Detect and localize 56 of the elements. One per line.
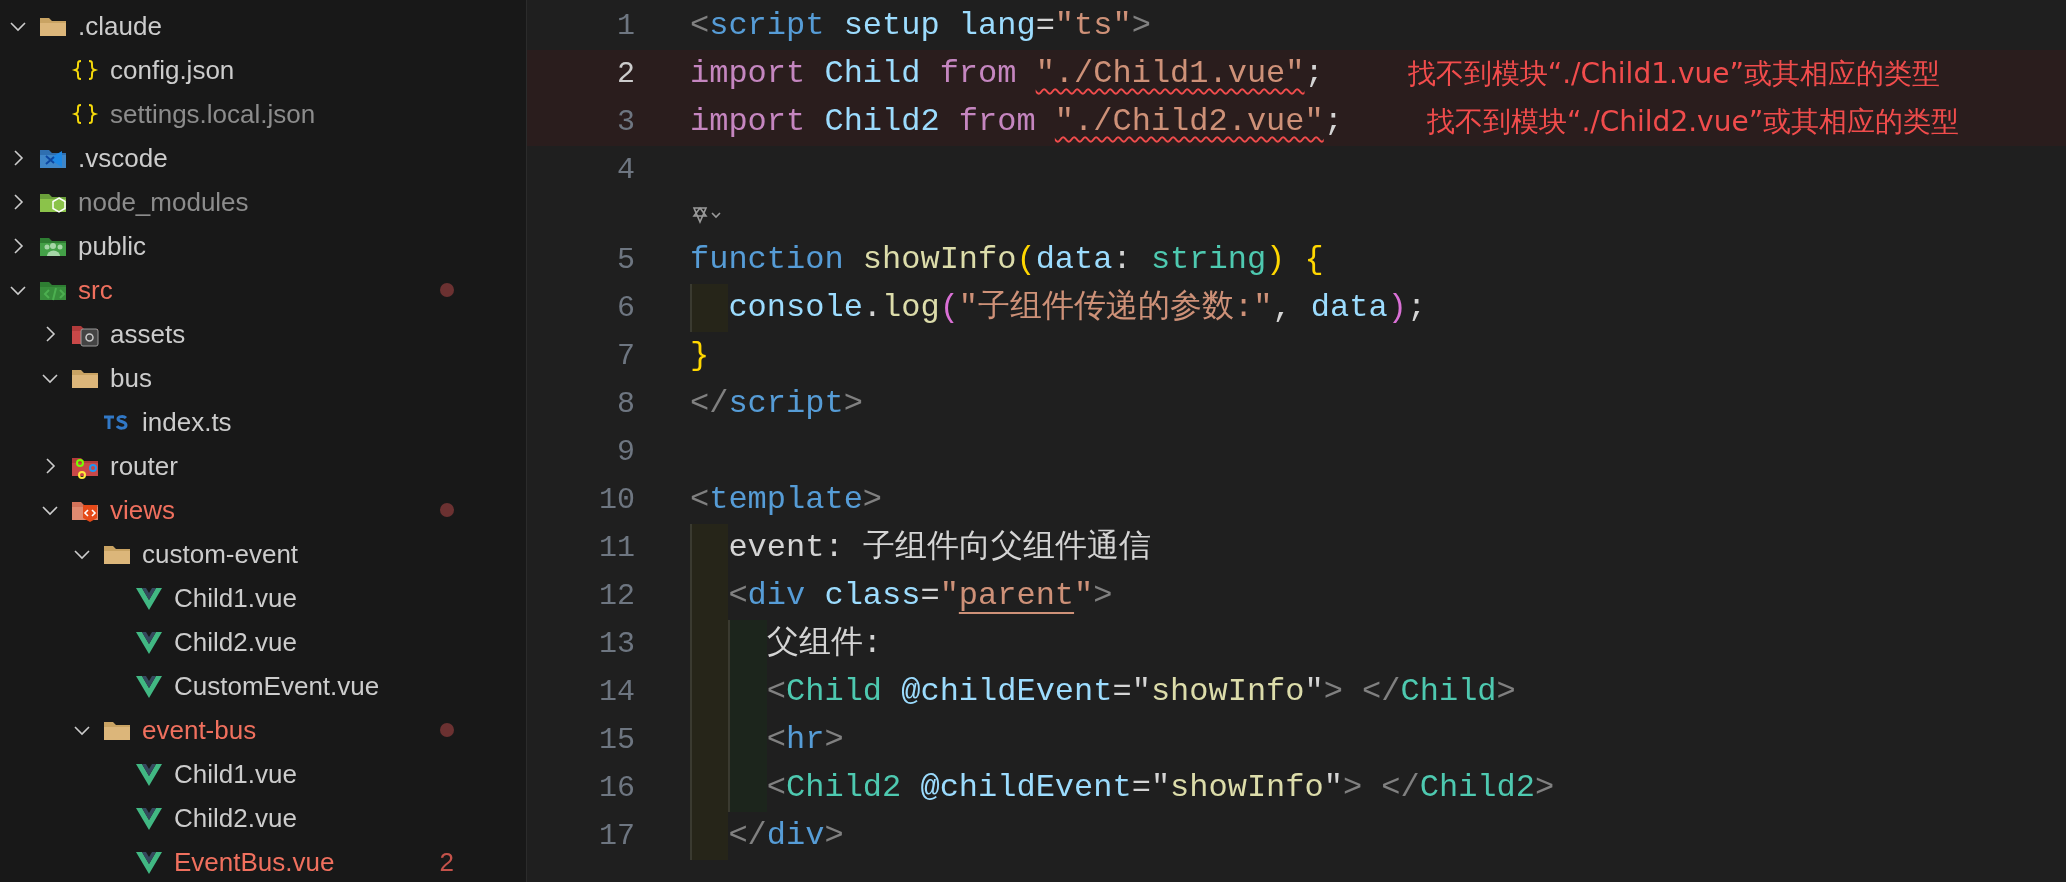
code-line: <script setup lang="ts"> xyxy=(690,6,1151,46)
file-name[interactable]: settings.local.json xyxy=(110,94,454,134)
code-line: function showInfo(data: string) { xyxy=(690,240,1324,280)
folder-name[interactable]: .vscode xyxy=(78,138,454,178)
file-name[interactable]: index.ts xyxy=(142,402,454,442)
folder-name[interactable]: node_modules xyxy=(78,182,454,222)
file-name[interactable]: Child1.vue xyxy=(174,754,454,794)
code-line: </script> xyxy=(690,384,863,424)
code-line: } xyxy=(690,336,710,376)
code-line: 父组件: xyxy=(690,620,882,668)
folder-name[interactable]: views xyxy=(110,490,440,530)
file-name[interactable]: CustomEvent.vue xyxy=(174,666,454,706)
code-line: <Child2 @childEvent="showInfo"> </Child2> xyxy=(690,764,1555,812)
line-number: 3 xyxy=(616,103,635,141)
file-name[interactable]: EventBus.vue xyxy=(174,842,440,882)
code-line: console.log("子组件传递的参数:", data); xyxy=(690,284,1427,332)
folder-name[interactable]: .claude xyxy=(78,6,454,46)
line-number: 15 xyxy=(598,721,635,759)
line-number: 7 xyxy=(616,337,635,375)
error-message: 找不到模块“./Child2.vue”或其相应的类型 xyxy=(1426,104,1960,140)
folder-name[interactable]: event-bus xyxy=(142,710,440,750)
line-number: 10 xyxy=(598,481,635,519)
line-number: 12 xyxy=(598,577,635,615)
code-line: </div> xyxy=(690,812,844,860)
line-number: 1 xyxy=(616,7,635,45)
line-number: 2 xyxy=(616,55,635,93)
line-number: 5 xyxy=(616,241,635,279)
code-line: event: 子组件向父组件通信 xyxy=(690,524,1151,572)
folder-name[interactable]: public xyxy=(78,226,454,266)
file-name[interactable]: Child1.vue xyxy=(174,578,454,618)
problem-count: 2 xyxy=(439,845,454,879)
line-number: 17 xyxy=(598,817,635,855)
line-number: 9 xyxy=(616,433,635,471)
file-name[interactable]: Child2.vue xyxy=(174,622,454,662)
code-lens-icon xyxy=(690,204,722,226)
code-line: <template> xyxy=(690,480,883,520)
folder-name[interactable]: bus xyxy=(110,358,454,398)
error-message: 找不到模块“./Child1.vue”或其相应的类型 xyxy=(1407,56,1940,92)
code-line: <hr> xyxy=(690,716,844,764)
line-number: 8 xyxy=(616,385,635,423)
folder-name[interactable]: src xyxy=(78,270,440,310)
line-number: 14 xyxy=(598,673,635,711)
line-number: 6 xyxy=(616,289,635,327)
line-number: 11 xyxy=(598,529,635,567)
line-number: 13 xyxy=(598,625,635,663)
code-line: <div class="parent"> xyxy=(690,572,1113,620)
code-line: import Child2 from "./Child2.vue"; xyxy=(690,102,1343,142)
line-number: 16 xyxy=(598,769,635,807)
folder-name[interactable]: custom-event xyxy=(142,534,454,574)
file-name[interactable]: Child2.vue xyxy=(174,798,454,838)
code-line: <Child @childEvent="showInfo"> </Child> xyxy=(690,668,1516,716)
file-name[interactable]: config.json xyxy=(110,50,454,90)
folder-name[interactable]: assets xyxy=(110,314,454,354)
folder-name[interactable]: router xyxy=(110,446,454,486)
code-line: import Child from "./Child1.vue"; xyxy=(690,54,1324,94)
line-number: 4 xyxy=(616,151,635,189)
